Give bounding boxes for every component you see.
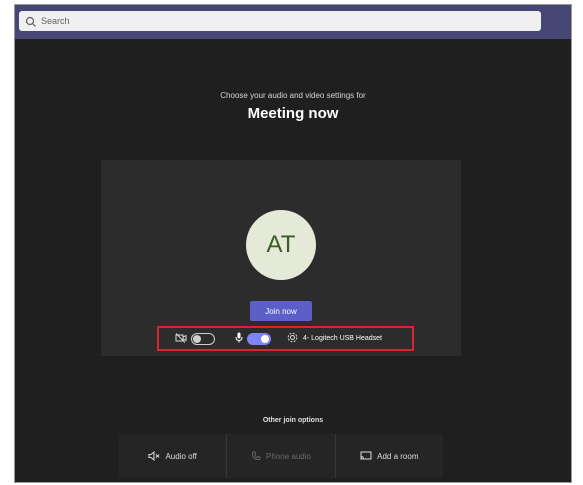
other-join-options: Audio off Phone audio Add a room xyxy=(119,434,443,478)
meeting-title: Meeting now xyxy=(247,105,339,122)
microphone-toggle[interactable] xyxy=(247,332,271,345)
audio-device-settings[interactable]: 4- Logitech USB Headset xyxy=(287,330,382,348)
camera-toggle-knob xyxy=(193,334,201,343)
add-a-room-option[interactable]: Add a room xyxy=(336,434,443,478)
teams-window: Search Choose your audio and video setti… xyxy=(14,4,572,483)
add-a-room-label: Add a room xyxy=(377,451,419,461)
top-bar: Search xyxy=(15,5,571,39)
speaker-off-icon xyxy=(148,451,160,461)
phone-audio-label: Phone audio xyxy=(266,451,311,461)
cast-room-icon xyxy=(360,451,372,460)
audio-off-option[interactable]: Audio off xyxy=(119,434,228,478)
join-now-button[interactable]: Join now xyxy=(250,301,312,321)
other-join-options-title: Other join options xyxy=(262,417,324,424)
prejoin-intro-text: Choose your audio and video settings for xyxy=(220,91,366,100)
microphone-control xyxy=(235,330,271,348)
camera-off-icon xyxy=(175,330,187,348)
microphone-toggle-knob xyxy=(261,334,269,343)
video-preview-panel: AT Join now 4- Logitech USB Headset xyxy=(101,160,461,356)
audio-off-label: Audio off xyxy=(165,451,197,461)
search-box[interactable]: Search xyxy=(19,11,541,31)
device-controls-bar: 4- Logitech USB Headset xyxy=(157,326,414,351)
camera-toggle[interactable] xyxy=(191,332,215,345)
search-icon xyxy=(25,15,37,27)
microphone-icon xyxy=(235,330,243,348)
search-placeholder: Search xyxy=(41,16,70,26)
gear-icon xyxy=(287,330,298,348)
phone-audio-option[interactable]: Phone audio xyxy=(227,434,336,478)
phone-icon xyxy=(251,451,261,460)
avatar: AT xyxy=(246,210,316,280)
camera-control xyxy=(175,330,215,348)
audio-device-label: 4- Logitech USB Headset xyxy=(303,335,382,342)
